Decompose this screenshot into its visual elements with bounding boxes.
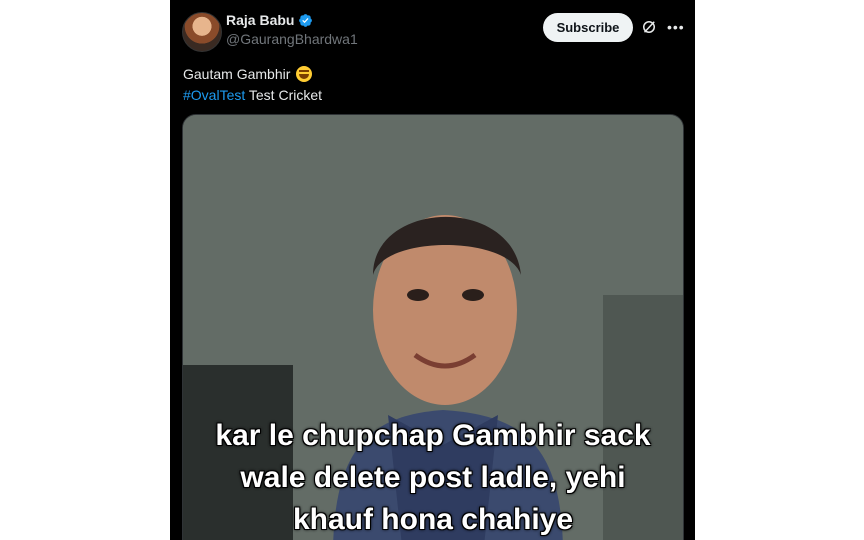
avatar[interactable] bbox=[182, 12, 222, 52]
laughing-emoji-icon bbox=[296, 66, 313, 82]
tweet-line-2: #OvalTest Test Cricket bbox=[183, 85, 322, 106]
hashtag-link[interactable]: #OvalTest bbox=[183, 87, 245, 103]
caption-line: khauf hona chahiye bbox=[292, 503, 574, 536]
tweet-text-line2: Test Cricket bbox=[245, 87, 323, 103]
caption-line: wale delete post ladle, yehi bbox=[240, 461, 626, 494]
tweet-text: Gautam Gambhir #OvalTest Test Cricket bbox=[183, 64, 322, 106]
caption-line: kar le chupchap Gambhir sack bbox=[215, 419, 651, 452]
tweet-card: Raja Babu @GaurangBhardwa1 Subscribe •••… bbox=[170, 0, 695, 540]
meme-caption: kar le chupchap Gambhir sack wale delete… bbox=[183, 415, 683, 540]
tweet-line-1: Gautam Gambhir bbox=[183, 64, 322, 85]
more-icon[interactable]: ••• bbox=[667, 18, 685, 36]
display-name[interactable]: Raja Babu bbox=[226, 12, 294, 28]
media-image[interactable]: kar le chupchap Gambhir sack wale delete… bbox=[182, 114, 684, 540]
author-name-row: Raja Babu bbox=[226, 12, 313, 28]
grok-icon[interactable] bbox=[640, 18, 658, 36]
verified-badge-icon bbox=[299, 13, 313, 27]
user-handle[interactable]: @GaurangBhardwa1 bbox=[226, 31, 358, 47]
subscribe-button[interactable]: Subscribe bbox=[543, 13, 633, 42]
tweet-text-line1: Gautam Gambhir bbox=[183, 66, 291, 82]
